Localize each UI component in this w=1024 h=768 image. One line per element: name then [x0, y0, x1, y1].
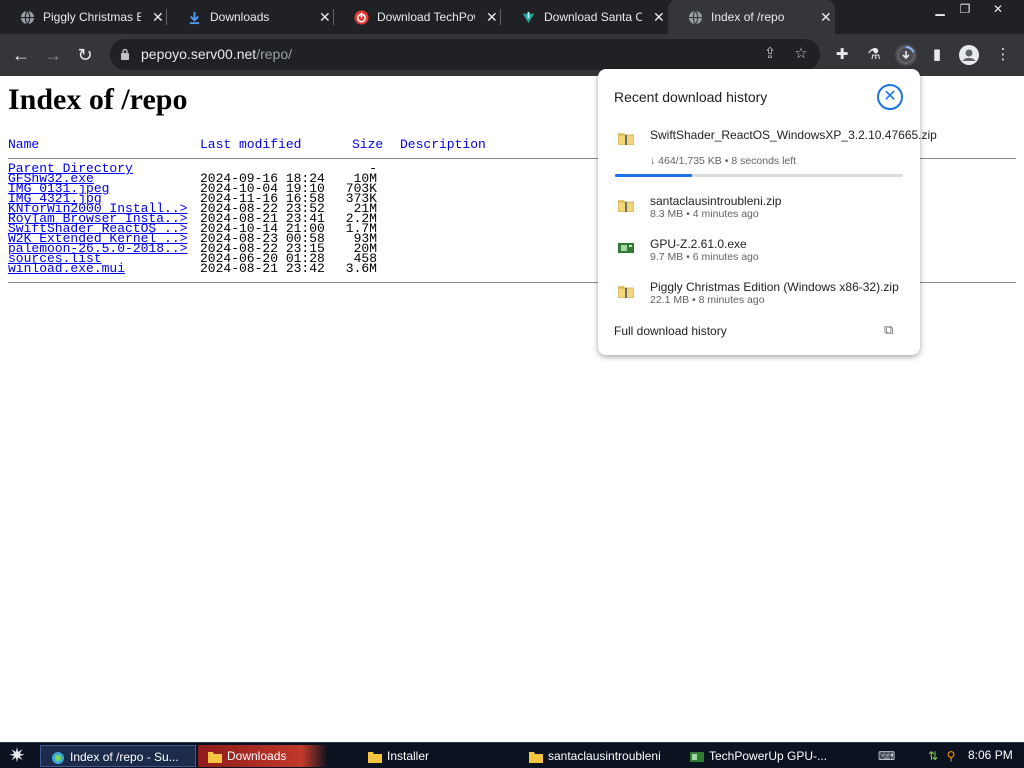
globe-icon: [688, 10, 703, 25]
page-title: Index of /repo: [8, 83, 188, 116]
download-filename: SwiftShader_ReactOS_WindowsXP_3.2.10.476…: [650, 128, 937, 142]
taskbar-button-santaclaus[interactable]: santaclausintroubleni: [519, 745, 669, 767]
tab-close-icon[interactable]: ✕: [152, 9, 164, 26]
tab-close-icon[interactable]: ✕: [653, 9, 665, 26]
url-text[interactable]: pepoyo.serv00.net/repo/: [141, 46, 292, 62]
column-header-last-modified[interactable]: Last modified: [200, 137, 301, 152]
keyboard-icon[interactable]: ⌨: [878, 749, 895, 763]
zip-folder-icon: [618, 200, 634, 212]
taskbar: ✷ Index of /repo - Su... Downloads Insta…: [0, 742, 1024, 768]
download-status: ↓ 464/1,735 KB • 8 seconds left: [650, 155, 797, 167]
column-header-name[interactable]: Name: [8, 137, 39, 152]
column-header-description[interactable]: Description: [400, 137, 486, 152]
download-icon: [189, 11, 200, 25]
close-icon[interactable]: ✕: [877, 84, 903, 110]
forward-arrow-icon[interactable]: →: [40, 42, 66, 68]
tab-close-icon[interactable]: ✕: [319, 9, 331, 26]
file-link[interactable]: winload.exe.mui: [8, 262, 125, 275]
globe-icon: [20, 10, 35, 25]
lock-icon[interactable]: [120, 48, 130, 60]
menu-kebab-icon[interactable]: ⋮: [992, 44, 1014, 66]
taskbar-button-gpuz[interactable]: TechPowerUp GPU-...: [680, 745, 830, 767]
tab-techpowerup[interactable]: Download TechPower ✕: [334, 0, 501, 34]
tab-close-icon[interactable]: ✕: [820, 9, 832, 26]
network-icon[interactable]: ⇅: [926, 749, 940, 763]
zip-folder-icon: [618, 286, 634, 298]
file-size: 3.6M: [345, 261, 377, 276]
download-status: 8.3 MB • 4 minutes ago: [650, 208, 759, 220]
extensions-puzzle-icon[interactable]: ✚: [831, 44, 853, 66]
file-modified: 2024-08-21 23:42: [200, 261, 325, 276]
download-status: 22.1 MB • 8 minutes ago: [650, 294, 765, 306]
taskbar-button-label: Index of /repo - Su...: [70, 750, 179, 764]
tab-santa-download[interactable]: Download Santa Cla ✕: [501, 0, 668, 34]
taskbar-button-label: Downloads: [227, 749, 287, 763]
taskbar-button-installer[interactable]: Installer: [358, 745, 508, 767]
taskbar-clock: 8:06 PM: [968, 748, 1013, 762]
tab-piggly-christmas[interactable]: Piggly Christmas Edi ✕: [0, 0, 167, 34]
taskbar-button-downloads[interactable]: Downloads: [198, 745, 328, 767]
start-star-icon[interactable]: ✷: [4, 744, 30, 768]
taskbar-button-browser[interactable]: Index of /repo - Su...: [40, 745, 196, 767]
folder-icon: [368, 751, 382, 763]
profile-avatar-icon[interactable]: [958, 44, 980, 66]
folder-icon: [208, 751, 222, 763]
open-external-icon[interactable]: ⧉: [884, 322, 893, 338]
restore-icon[interactable]: ❐: [952, 0, 978, 18]
address-bar[interactable]: pepoyo.serv00.net/repo/ ⇪ ☆: [110, 39, 820, 70]
download-progress-icon[interactable]: [895, 44, 917, 66]
full-download-history-link[interactable]: Full download history: [614, 324, 727, 338]
taskbar-button-label: TechPowerUp GPU-...: [709, 749, 828, 763]
santa-download-icon: [522, 11, 535, 24]
download-filename: Piggly Christmas Edition (Windows x86-32…: [650, 280, 899, 294]
gpu-icon: [690, 751, 704, 762]
download-bubble: Recent download history ✕ SwiftShader_Re…: [598, 69, 937, 355]
tab-title: Download TechPower: [377, 10, 475, 24]
tab-downloads[interactable]: Downloads ✕: [167, 0, 334, 34]
techpowerup-icon: [354, 10, 369, 25]
folder-icon: [529, 751, 543, 763]
tab-index-of-repo[interactable]: Index of /repo ✕: [668, 0, 835, 34]
tab-title: Piggly Christmas Edi: [43, 10, 141, 24]
download-progress-bar: [615, 174, 903, 177]
browser-icon: [52, 751, 64, 764]
back-arrow-icon[interactable]: ←: [8, 42, 34, 68]
tab-title: Downloads: [210, 10, 270, 24]
share-icon[interactable]: ⇪: [761, 45, 779, 63]
taskbar-button-label: santaclausintroubleni: [548, 749, 661, 763]
minimize-icon[interactable]: ▁: [927, 0, 953, 18]
download-filename: GPU-Z.2.61.0.exe: [650, 237, 747, 251]
close-window-icon[interactable]: ✕: [985, 0, 1011, 18]
tab-title: Download Santa Cla: [544, 10, 642, 24]
tab-title: Index of /repo: [711, 10, 785, 24]
labs-flask-icon[interactable]: ⚗: [863, 44, 885, 66]
download-progress-fill: [615, 174, 692, 177]
tab-strip: Piggly Christmas Edi ✕ Downloads ✕ Downl…: [0, 0, 1024, 34]
taskbar-button-label: Installer: [387, 749, 430, 763]
zip-folder-icon: [618, 133, 634, 145]
download-filename: santaclausintroubleni.zip: [650, 194, 782, 208]
column-header-size[interactable]: Size: [352, 137, 383, 152]
reload-icon[interactable]: ↻: [72, 42, 98, 68]
gpu-icon: [618, 243, 634, 253]
search-tray-icon[interactable]: ⚲: [944, 749, 958, 763]
tab-close-icon[interactable]: ✕: [486, 9, 498, 26]
side-panel-icon[interactable]: ▮: [926, 44, 948, 66]
bookmark-star-icon[interactable]: ☆: [792, 45, 810, 63]
download-bubble-title: Recent download history: [614, 89, 768, 105]
download-status: 9.7 MB • 6 minutes ago: [650, 251, 759, 263]
